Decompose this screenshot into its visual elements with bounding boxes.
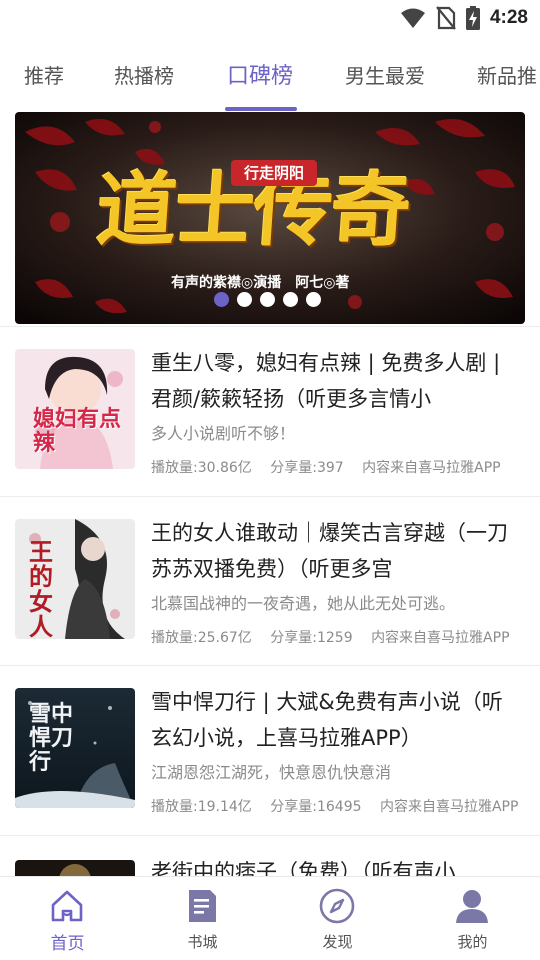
item-meta: 播放量:30.86亿 分享量:397 内容来自喜马拉雅APP (151, 457, 536, 477)
nav-home[interactable]: 首页 (0, 877, 135, 960)
tab-reputation[interactable]: 口碑榜 (227, 58, 293, 98)
nav-label: 书城 (187, 933, 218, 951)
cover-title: 媳妇有点辣 (33, 406, 122, 456)
compass-icon (319, 888, 355, 924)
tab-hot[interactable]: 热播榜 (114, 60, 174, 100)
no-sim-icon (436, 6, 456, 30)
nav-label: 首页 (50, 934, 85, 954)
content-source: 内容来自喜马拉雅APP (379, 799, 519, 815)
list-item[interactable]: 王的女人 王的女人谁敢动｜爆笑古言穿越（一刀苏苏双播免费）（听更多宫 北慕国战神… (0, 497, 540, 667)
cover-image: 媳妇有点辣 (15, 349, 135, 469)
list-item[interactable]: 雪中悍刀行 雪中悍刀行 | 大斌&免费有声小说（听玄幻小说，上喜马拉雅APP） … (0, 666, 540, 836)
carousel-dot[interactable] (306, 292, 321, 307)
play-count: 播放量:30.86亿 (151, 460, 252, 476)
banner-tag: 行走阴阳 (231, 160, 317, 186)
nav-profile[interactable]: 我的 (405, 877, 540, 960)
item-title[interactable]: 王的女人谁敢动｜爆笑古言穿越（一刀苏苏双播免费）（听更多宫 (151, 515, 521, 587)
book-icon (189, 890, 216, 922)
home-icon (51, 890, 83, 922)
item-title[interactable]: 雪中悍刀行 | 大斌&免费有声小说（听玄幻小说，上喜马拉雅APP） (151, 684, 521, 756)
cover-image: 雪中悍刀行 (15, 688, 135, 808)
user-icon (456, 890, 488, 923)
share-count: 分享量:397 (270, 460, 344, 476)
item-description: 北慕国战神的一夜奇遇，她从此无处可逃。 (151, 594, 456, 613)
active-tab-indicator (225, 107, 297, 111)
carousel-dot[interactable] (237, 292, 252, 307)
nav-label: 发现 (322, 933, 353, 951)
category-tabs: 推荐 热播榜 口碑榜 男生最爱 新品推 (0, 48, 540, 112)
item-description: 江湖恩怨江湖死，快意恩仇快意消 (151, 763, 392, 782)
list-item[interactable]: 媳妇有点辣 重生八零，媳妇有点辣 | 免费多人剧 | 君颜/簌簌轻扬（听更多言情… (0, 327, 540, 497)
item-description: 多人小说剧听不够！ (151, 424, 296, 443)
list-item[interactable]: 老街中的痞子（免费）（听有声小 (0, 836, 540, 876)
banner-subtitle: 有声的紫襟◎演播 阿七◎著 (171, 275, 350, 291)
cover-art (15, 860, 135, 876)
status-time: 4:28 (489, 7, 528, 28)
tab-new-picks[interactable]: 新品推 (477, 60, 537, 100)
carousel-dot[interactable] (214, 292, 229, 307)
play-count: 播放量:25.67亿 (151, 630, 252, 646)
nav-bookstore[interactable]: 书城 (135, 877, 270, 960)
tab-male-favorite[interactable]: 男生最爱 (345, 60, 425, 100)
carousel-dot[interactable] (260, 292, 275, 307)
nav-discover[interactable]: 发现 (270, 877, 405, 960)
carousel-dots (214, 292, 321, 308)
bottom-navigation: 首页 书城 发现 我的 (0, 876, 540, 960)
cover-image (15, 860, 135, 876)
share-count: 分享量:16495 (270, 799, 362, 815)
carousel-dot[interactable] (283, 292, 298, 307)
play-count: 播放量:19.14亿 (151, 799, 252, 815)
cover-title: 雪中悍刀行 (29, 701, 74, 775)
item-title[interactable]: 重生八零，媳妇有点辣 | 免费多人剧 | 君颜/簌簌轻扬（听更多言情小 (151, 345, 521, 417)
content-source: 内容来自喜马拉雅APP (371, 630, 510, 646)
wifi-icon (400, 8, 425, 28)
battery-charging-icon (465, 6, 480, 30)
promo-banner[interactable]: 道士传奇 行走阴阳 有声的紫襟◎演播 阿七◎著 (15, 112, 525, 324)
cover-image: 王的女人 (15, 519, 135, 639)
status-bar: 4:28 (0, 0, 540, 36)
share-count: 分享量:1259 (270, 630, 353, 646)
cover-title: 王的女人 (29, 537, 53, 639)
nav-label: 我的 (457, 933, 488, 951)
item-meta: 播放量:25.67亿 分享量:1259 内容来自喜马拉雅APP (151, 627, 536, 647)
item-title[interactable]: 老街中的痞子（免费）（听有声小 (151, 854, 521, 876)
status-icons: 4:28 (400, 6, 528, 30)
tab-recommend[interactable]: 推荐 (24, 60, 64, 100)
content-source: 内容来自喜马拉雅APP (362, 460, 501, 476)
item-meta: 播放量:19.14亿 分享量:16495 内容来自喜马拉雅APP (151, 796, 536, 816)
